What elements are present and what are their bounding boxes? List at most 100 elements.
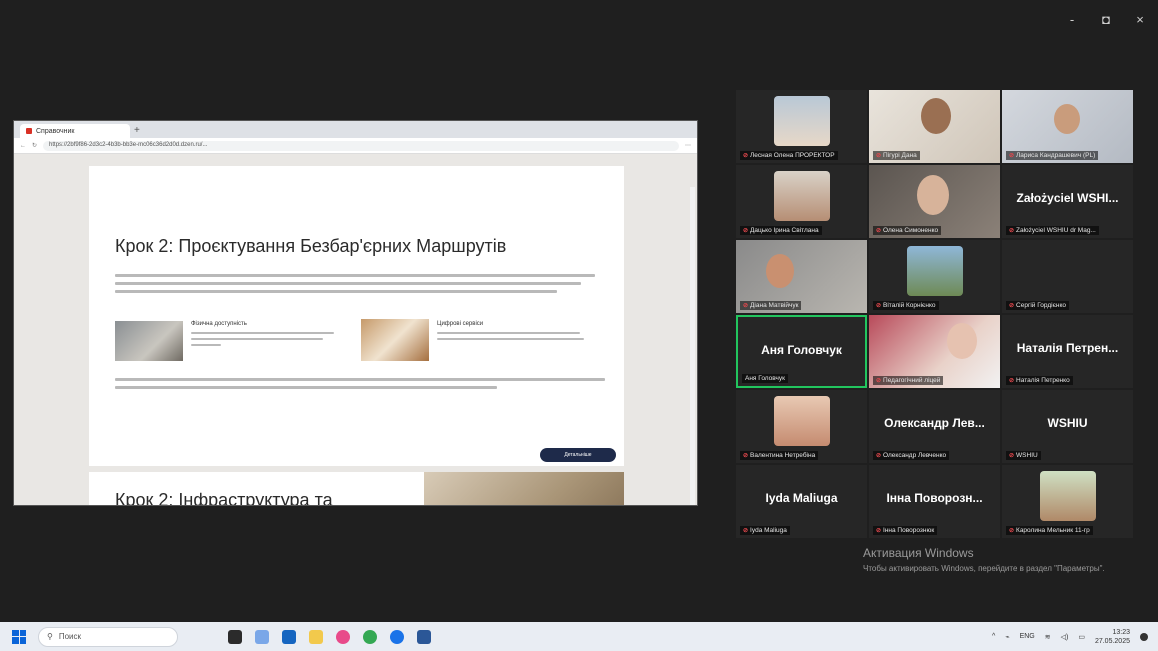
browser-tab-strip: Справочник + <box>14 121 697 138</box>
battery-icon[interactable]: ▭ <box>1078 633 1085 641</box>
feature-text-physical <box>191 332 341 350</box>
participant-tile[interactable]: ⊘ Лариса Кандрашевич (PL) <box>1002 90 1133 163</box>
step-heading-2: Крок 2: Інфраструктура та <box>115 490 333 506</box>
participant-display-name: Інна Поворозн... <box>886 491 983 505</box>
participant-tile[interactable]: ⊘ Пігурі Дана <box>869 90 1000 163</box>
word-icon[interactable] <box>417 629 431 644</box>
mic-muted-icon: ⊘ <box>1009 228 1015 234</box>
widgets-icon[interactable] <box>255 629 269 644</box>
search-icon: ⚲ <box>47 632 53 641</box>
usb-icon[interactable]: ⌁ <box>1005 633 1009 641</box>
step-footnote <box>115 378 605 394</box>
back-icon[interactable]: ← <box>20 143 26 149</box>
chrome-icon[interactable] <box>363 629 377 644</box>
participant-name: Пігурі Дана <box>883 152 917 159</box>
address-bar[interactable]: https://2bf9f86-2d3c2-4b3b-bb3e-mc06c36d… <box>43 140 679 151</box>
participant-tile[interactable]: Інна Поворозн... ⊘ Інна Поворознюк <box>869 465 1000 538</box>
language-indicator[interactable]: ENG <box>1020 633 1035 640</box>
page-scrollbar[interactable] <box>690 187 695 505</box>
participant-name: Олександр Левченко <box>883 452 947 459</box>
participant-tile[interactable]: ⊘ Каролина Мельник 11-гр <box>1002 465 1133 538</box>
shared-screen: Справочник + ← ↻ https://2bf9f86-2d3c2-4… <box>13 120 698 506</box>
participant-tile[interactable]: ⊘ Віталій Корнієнко <box>869 240 1000 313</box>
participant-name-label: ⊘ Iyda Maliuga <box>740 526 790 535</box>
participant-name: Сергій Гордієнко <box>1016 302 1067 309</box>
participant-name: Дацько Ірина Світлана <box>750 227 819 234</box>
chevron-up-icon[interactable]: ^ <box>992 633 995 640</box>
participant-photo <box>774 96 830 146</box>
participant-photo <box>1040 471 1096 521</box>
participant-tile[interactable]: ⊘ Валентина Нетребіна <box>736 390 867 463</box>
participant-face <box>766 254 794 288</box>
step-paragraph <box>115 274 595 298</box>
mic-muted-icon: ⊘ <box>876 228 882 234</box>
mic-muted-icon: ⊘ <box>743 228 749 234</box>
participant-tile[interactable]: Наталія Петрен... ⊘ Наталія Петренко <box>1002 315 1133 388</box>
mic-muted-icon: ⊘ <box>876 528 882 534</box>
participant-name: Лесная Олена ПРОРЕКТОР <box>750 152 835 159</box>
mic-muted-icon: ⊘ <box>743 303 749 309</box>
participant-tile[interactable]: ⊘ Діана Матвійчук <box>736 240 867 313</box>
new-tab-icon[interactable]: + <box>134 124 140 138</box>
taskbar-search[interactable]: ⚲ Поиск <box>38 626 178 647</box>
participant-name-label: ⊘ Каролина Мельник 11-гр <box>1006 526 1093 535</box>
step-card-2: Крок 2: Інфраструктура та <box>89 472 624 506</box>
participant-tile[interactable]: Олександр Лев... ⊘ Олександр Левченко <box>869 390 1000 463</box>
windows-activation-watermark: Активация Windows Чтобы активировать Win… <box>863 546 1123 574</box>
participant-face <box>921 98 951 134</box>
participant-tile[interactable]: WSHIU ⊘ WSHIU <box>1002 390 1133 463</box>
mic-muted-icon: ⊘ <box>1009 453 1015 459</box>
extensions-icon[interactable]: ⋯ <box>685 142 691 149</box>
browser-tab[interactable]: Справочник <box>20 124 130 138</box>
participant-name: Віталій Корнієнко <box>883 302 936 309</box>
file-explorer-icon[interactable] <box>309 629 323 644</box>
participant-name-label: ⊘ Діана Матвійчук <box>740 301 802 310</box>
participant-name: Аня Головчук <box>745 375 785 382</box>
notification-icon[interactable] <box>1140 632 1148 641</box>
participant-tile[interactable]: ⊘ Олена Симоненко <box>869 165 1000 238</box>
participant-face <box>947 323 977 359</box>
participant-photo <box>774 396 830 446</box>
participant-name-label: ⊘ Założyciel WSHIU dr Mag... <box>1006 226 1099 235</box>
taskbar: ⚲ Поиск ^ ⌁ ENG ≋ ◁) ▭ 13:23 27.05.2025 <box>0 622 1158 651</box>
task-view-icon[interactable] <box>228 629 242 644</box>
mic-muted-icon: ⊘ <box>876 378 882 384</box>
participant-name: Лариса Кандрашевич (PL) <box>1016 152 1096 159</box>
clock-time: 13:23 <box>1112 628 1130 636</box>
participant-display-name: Наталія Петрен... <box>1016 341 1119 355</box>
clock[interactable]: 13:23 27.05.2025 <box>1095 628 1130 646</box>
participant-tile[interactable]: Iyda Maliuga ⊘ Iyda Maliuga <box>736 465 867 538</box>
participant-name-label: ⊘ Олена Симоненко <box>873 226 942 235</box>
minimize-button[interactable]: - <box>1064 12 1080 27</box>
participant-photo <box>907 246 963 296</box>
more-button[interactable]: Детальніше <box>540 448 616 462</box>
participant-tile[interactable]: ⊘ Дацько Ірина Світлана <box>736 165 867 238</box>
participant-name-label: ⊘ Педагогічний ліцей <box>873 376 944 385</box>
edge-icon[interactable] <box>390 629 404 644</box>
participant-tile[interactable]: Założyciel WSHI... ⊘ Założyciel WSHIU dr M… <box>1002 165 1133 238</box>
mic-muted-icon: ⊘ <box>1009 153 1015 159</box>
app-icon[interactable] <box>336 629 350 644</box>
reload-icon[interactable]: ↻ <box>32 142 37 149</box>
participant-tile[interactable]: Аня Головчук Аня Головчук <box>736 315 867 388</box>
mic-muted-icon: ⊘ <box>1009 378 1015 384</box>
participant-display-name: Założyciel WSHI... <box>1016 191 1119 205</box>
start-button[interactable] <box>12 629 26 644</box>
zoom-icon[interactable] <box>282 629 296 644</box>
favicon-icon <box>26 128 32 134</box>
maximize-button[interactable]: ◘ <box>1098 12 1114 27</box>
participant-face <box>917 175 949 215</box>
participant-name-label: ⊘ Наталія Петренко <box>1006 376 1073 385</box>
participant-tile[interactable]: ⊘ Педагогічний ліцей <box>869 315 1000 388</box>
participant-name: Iyda Maliuga <box>750 527 787 534</box>
close-button[interactable]: × <box>1132 12 1148 27</box>
volume-icon[interactable]: ◁) <box>1061 633 1069 641</box>
participant-tile[interactable]: ⊘ Лесная Олена ПРОРЕКТОР <box>736 90 867 163</box>
feature-text-digital <box>437 332 587 344</box>
system-tray: ^ ⌁ ENG ≋ ◁) ▭ 13:23 27.05.2025 <box>992 622 1148 651</box>
participant-name: Педагогічний ліцей <box>883 377 941 384</box>
activation-subtitle: Чтобы активировать Windows, перейдите в … <box>863 564 1105 573</box>
participant-name-label: ⊘ Валентина Нетребіна <box>740 451 819 460</box>
wifi-icon[interactable]: ≋ <box>1045 633 1051 641</box>
participant-tile[interactable]: ⊘ Сергій Гордієнко <box>1002 240 1133 313</box>
